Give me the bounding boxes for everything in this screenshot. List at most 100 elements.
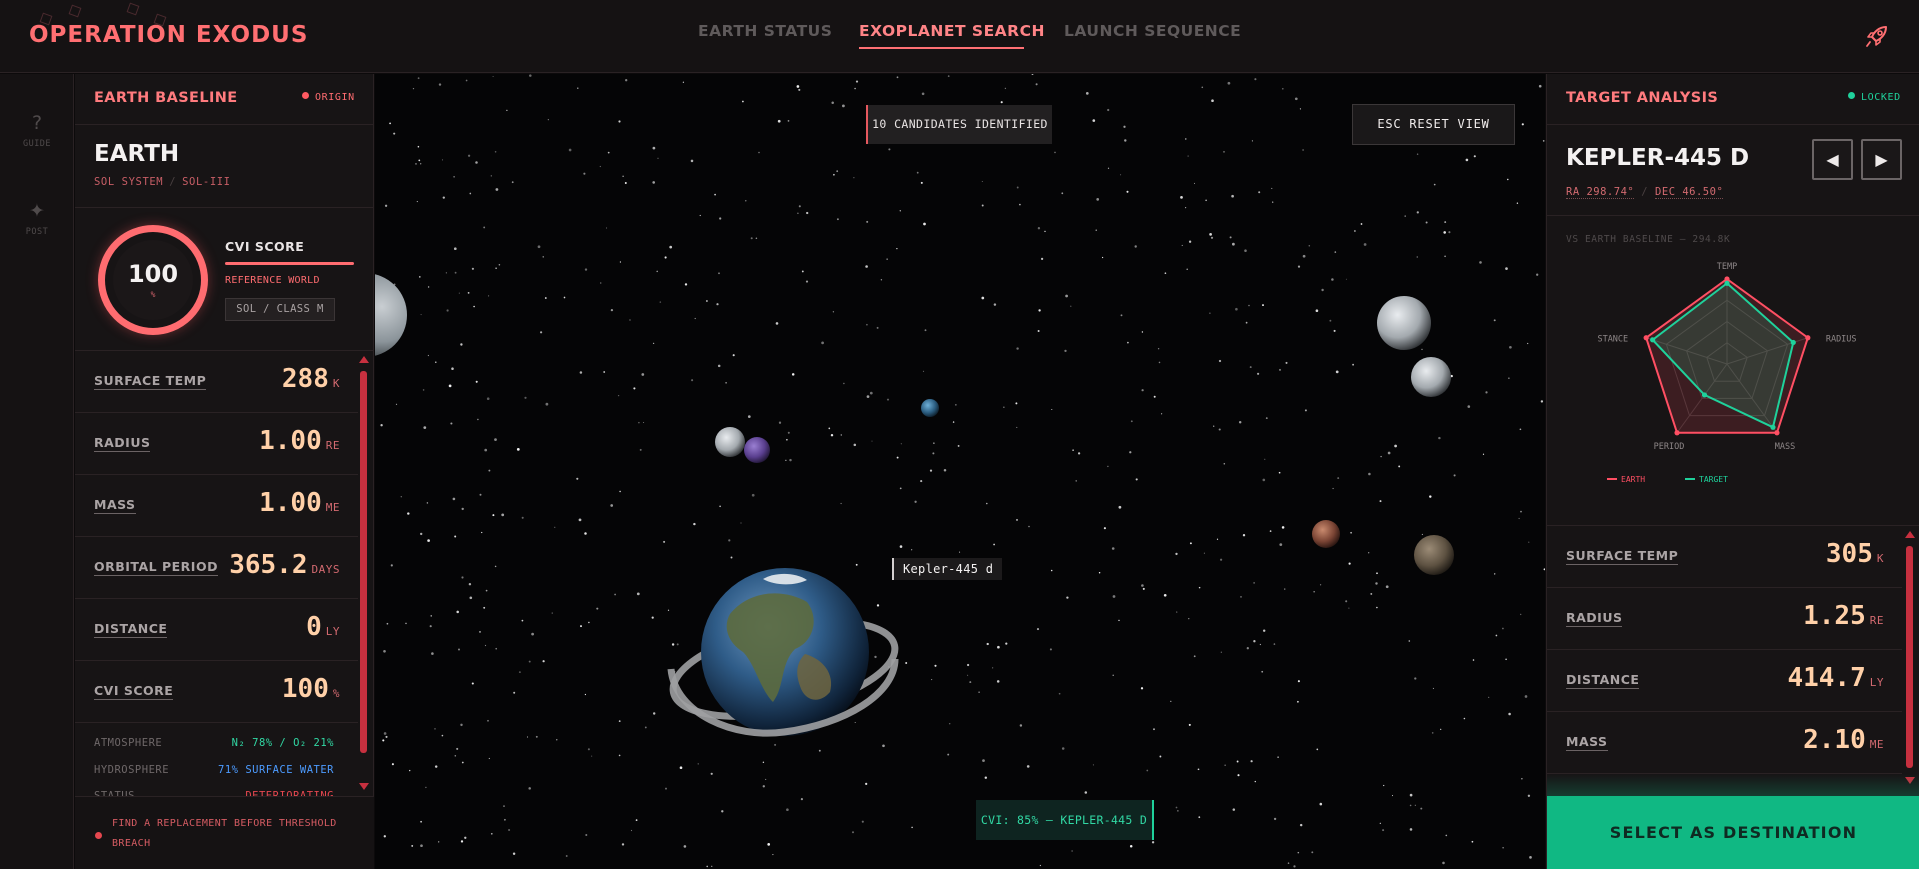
- star: [400, 495, 403, 498]
- candidate-planet[interactable]: [375, 273, 407, 357]
- scroll-down-arrow[interactable]: [359, 783, 369, 790]
- star: [460, 343, 463, 346]
- status-dot: [302, 92, 309, 99]
- star: [383, 835, 386, 838]
- star: [762, 761, 765, 763]
- scroll-thumb[interactable]: [1906, 546, 1913, 768]
- star: [1520, 613, 1522, 616]
- star: [1141, 389, 1144, 392]
- star: [1246, 647, 1249, 650]
- star: [1061, 747, 1065, 750]
- star: [636, 592, 640, 596]
- detail-hydrosphere: HYDROSPHERE 71% SURFACE WATER: [94, 764, 334, 776]
- star: [929, 469, 933, 472]
- star: [854, 721, 856, 724]
- candidate-planet[interactable]: [715, 427, 745, 457]
- candidate-planet[interactable]: [1414, 535, 1454, 575]
- left-scrollbar[interactable]: [358, 356, 369, 792]
- candidate-planet[interactable]: [1411, 357, 1451, 397]
- nav-launch-sequence[interactable]: LAUNCH SEQUENCE: [1064, 22, 1241, 40]
- radar-point-target: [1770, 424, 1776, 430]
- star: [1444, 221, 1447, 224]
- space-view[interactable]: 10 CANDIDATES IDENTIFIED ESC RESET VIEW …: [375, 74, 1545, 869]
- star: [1507, 178, 1509, 181]
- nav-earth-status[interactable]: EARTH STATUS: [698, 22, 832, 40]
- star: [1329, 319, 1332, 322]
- right-ascension: RA 298.74°: [1566, 186, 1635, 199]
- star: [705, 300, 708, 302]
- star: [1408, 640, 1411, 642]
- candidate-planet[interactable]: [1312, 520, 1340, 548]
- star: [492, 514, 495, 517]
- stat-number: 1.00: [259, 426, 322, 456]
- star: [389, 122, 392, 125]
- star: [1281, 526, 1285, 529]
- candidate-planet[interactable]: [921, 399, 939, 417]
- star: [682, 81, 685, 83]
- star: [1223, 462, 1226, 465]
- star: [1016, 518, 1018, 521]
- star: [1141, 584, 1144, 587]
- star: [934, 664, 937, 667]
- star: [412, 87, 415, 90]
- star: [1135, 478, 1138, 481]
- radar-point-target: [1701, 392, 1708, 398]
- star: [643, 421, 645, 424]
- rocket-icon[interactable]: [1864, 23, 1890, 49]
- star: [865, 782, 868, 786]
- star: [1505, 267, 1508, 270]
- star: [467, 291, 470, 294]
- star: [490, 175, 492, 177]
- nav-exoplanet-search[interactable]: EXOPLANET SEARCH: [859, 22, 1045, 40]
- star: [651, 616, 654, 619]
- star: [386, 622, 389, 625]
- star: [1140, 687, 1144, 690]
- star: [1235, 307, 1238, 311]
- star: [679, 766, 683, 770]
- star: [1198, 816, 1201, 819]
- candidate-planet[interactable]: [1377, 296, 1431, 350]
- star: [800, 798, 803, 801]
- star: [427, 354, 429, 357]
- star: [840, 434, 843, 436]
- reset-view-button[interactable]: ESC RESET VIEW: [1352, 104, 1515, 145]
- rail-post[interactable]: ✦ POST: [0, 200, 74, 237]
- earth-model[interactable]: [665, 568, 904, 737]
- star: [1440, 728, 1442, 730]
- star: [676, 643, 679, 646]
- star: [460, 840, 464, 843]
- radar-axis-label: MASS: [1775, 442, 1795, 452]
- warning-message: FIND A REPLACEMENT BEFORE THRESHOLD BREA…: [112, 818, 337, 849]
- right-scrollbar[interactable]: [1904, 531, 1915, 786]
- star: [1485, 391, 1488, 394]
- star: [1051, 408, 1053, 411]
- select-destination-button[interactable]: SELECT AS DESTINATION: [1547, 796, 1919, 869]
- star: [1370, 592, 1373, 595]
- star: [992, 667, 994, 669]
- star: [1198, 586, 1201, 589]
- star: [1188, 723, 1191, 726]
- scroll-up-arrow[interactable]: [359, 356, 369, 363]
- star: [1540, 400, 1544, 403]
- candidate-planet[interactable]: [744, 437, 770, 463]
- scroll-up-arrow[interactable]: [1905, 531, 1915, 538]
- star: [1253, 582, 1255, 584]
- star: [1092, 119, 1096, 122]
- prev-planet-button[interactable]: ◀: [1812, 139, 1853, 180]
- radar-point-earth: [1774, 430, 1780, 436]
- star: [1075, 480, 1077, 482]
- rail-guide[interactable]: ? GUIDE: [0, 112, 74, 149]
- star: [1146, 769, 1149, 772]
- divider: [75, 207, 373, 208]
- star: [431, 652, 434, 655]
- next-planet-button[interactable]: ▶: [1861, 139, 1902, 180]
- star: [458, 648, 460, 651]
- star: [714, 193, 716, 196]
- scroll-thumb[interactable]: [360, 371, 367, 753]
- star: [485, 589, 488, 592]
- star: [1409, 804, 1412, 807]
- star: [461, 507, 464, 511]
- star: [1107, 108, 1110, 112]
- star: [1518, 517, 1520, 520]
- star: [1429, 495, 1432, 498]
